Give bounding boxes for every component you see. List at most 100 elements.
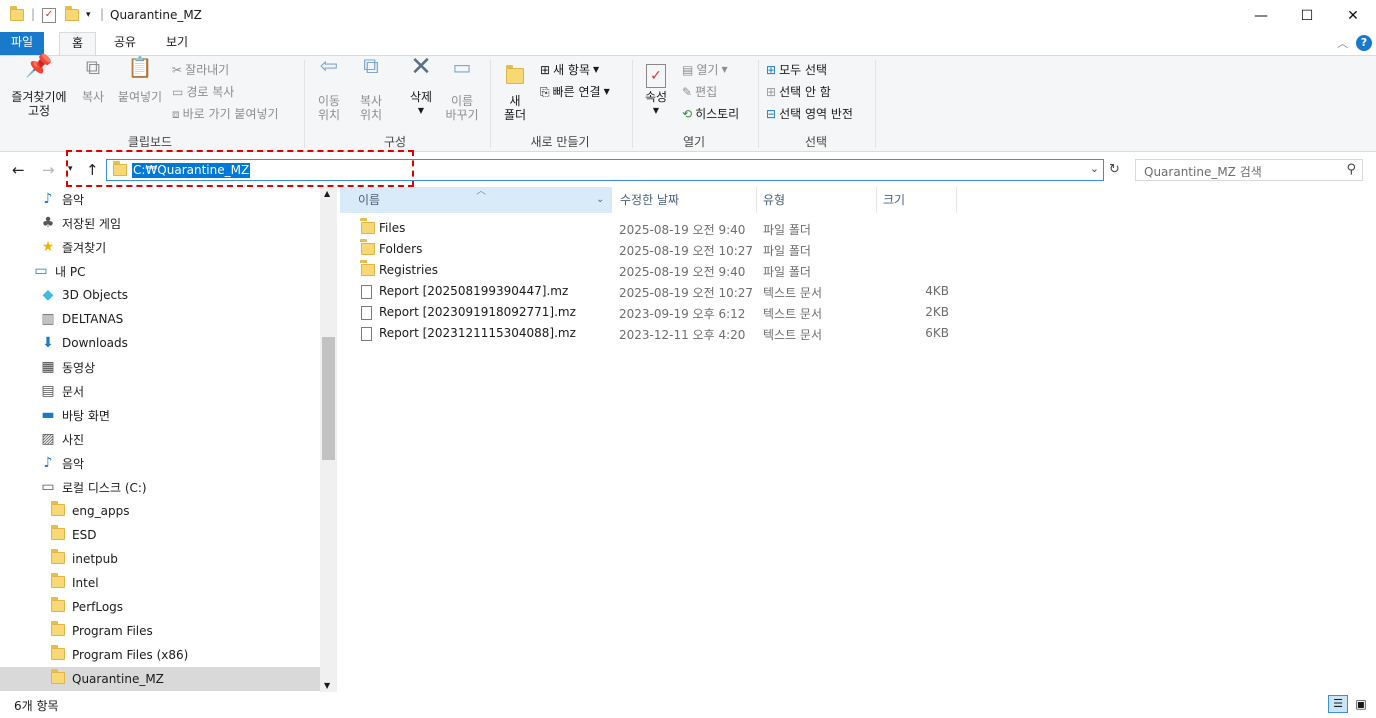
nav-item-label: 사진 [62, 432, 85, 447]
new-folder-quick-icon[interactable] [65, 6, 79, 21]
select-all-button[interactable]: ⊞ 모두 선택 [766, 60, 827, 80]
file-row[interactable]: Report [2023121115304088].mz 2023-12-11 오… [340, 323, 960, 344]
tab-file[interactable]: 파일 [0, 32, 44, 55]
copy-path-button[interactable]: ▭ 경로 복사 [172, 82, 234, 102]
close-button[interactable]: ✕ [1330, 0, 1376, 32]
move-to-icon: ⇦ [319, 54, 339, 79]
nav-item[interactable]: ▤ 문서 [0, 379, 320, 403]
select-group-label: 선택 [804, 135, 828, 149]
nav-item-label: inetpub [72, 552, 118, 566]
nav-item[interactable]: eng_apps [0, 499, 320, 523]
chevron-down-icon: ▼ [721, 65, 728, 74]
nav-item[interactable]: ▦ 동영상 [0, 355, 320, 379]
nav-item[interactable]: Program Files (x86) [0, 643, 320, 667]
group-divider [304, 60, 305, 148]
file-row[interactable]: Registries 2025-08-19 오전 9:40 파일 폴더 [340, 260, 960, 281]
file-size: 4KB [925, 284, 949, 298]
tab-home[interactable]: 홈 [59, 32, 96, 56]
easy-access-button[interactable]: ⎘ 빠른 연결 ▼ [540, 82, 610, 102]
highlight-box [66, 150, 414, 187]
nav-item-label: 동영상 [62, 360, 96, 375]
new-folder-button[interactable]: 새 폴더 [498, 60, 532, 122]
scrollbar-thumb[interactable] [322, 337, 335, 460]
nav-item[interactable]: ♪ 음악 [0, 187, 320, 211]
scroll-down-icon[interactable]: ▼ [324, 681, 330, 690]
nav-item[interactable]: Intel [0, 571, 320, 595]
open-button[interactable]: ▤ 열기 ▼ [682, 60, 728, 80]
nav-item-label: Intel [72, 576, 99, 590]
column-header-date[interactable]: 수정한 날짜 [602, 187, 757, 213]
collapse-ribbon-icon[interactable]: ︿ [1337, 35, 1348, 51]
minimize-button[interactable]: — [1238, 0, 1284, 32]
copy-to-icon: ⧉ [363, 54, 379, 79]
scroll-up-icon[interactable]: ▲ [324, 189, 330, 198]
invert-selection-button[interactable]: ⊟ 선택 영역 반전 [766, 104, 853, 124]
edit-icon: ✎ [682, 85, 693, 99]
music-icon: ♪ [43, 191, 53, 207]
cut-button[interactable]: ✂ 잘라내기 [172, 60, 229, 80]
nav-item[interactable]: Quarantine_MZ [0, 667, 320, 691]
copy-to-button[interactable]: ⧉ 복사 위치 [352, 54, 390, 123]
column-header-type[interactable]: 유형 [745, 187, 877, 213]
folder-icon [49, 572, 67, 591]
maximize-button[interactable]: ☐ [1284, 0, 1330, 32]
folder-icon [361, 243, 375, 258]
nav-item-label: 문서 [62, 384, 85, 399]
nav-item[interactable]: PerfLogs [0, 595, 320, 619]
nav-item[interactable]: ◆ 3D Objects [0, 283, 320, 307]
rename-button[interactable]: ▭ 이름 바꾸기 [442, 57, 482, 122]
nav-item[interactable]: ▭ 로컬 디스크 (C:) [0, 475, 320, 499]
search-box[interactable]: Quarantine_MZ 검색 ⚲ [1135, 159, 1363, 181]
select-none-button[interactable]: ⊞ 선택 안 함 [766, 82, 831, 102]
delete-button[interactable]: ✕ 삭제 ▼ [402, 54, 440, 118]
file-date: 2025-08-19 오전 10:27 [619, 286, 754, 300]
nav-item-label: 저장된 게임 [62, 216, 122, 231]
nav-item[interactable]: ▨ 사진 [0, 427, 320, 451]
pin-to-quick-access-button[interactable]: 📌 즐겨찾기에 고정 [6, 56, 72, 119]
paste-shortcut-button[interactable]: ⧈ 바로 가기 붙여넣기 [172, 104, 279, 124]
help-icon[interactable]: ? [1356, 35, 1372, 51]
nav-item[interactable]: Program Files [0, 619, 320, 643]
file-row[interactable]: Report [2023091918092771].mz 2023-09-19 오… [340, 302, 960, 323]
back-button[interactable]: ← [12, 161, 25, 179]
address-dropdown-icon[interactable]: ⌄ [1090, 162, 1099, 175]
open-icon: ▤ [682, 63, 694, 77]
column-header-size[interactable]: 크기 [865, 187, 957, 213]
forward-button[interactable]: → [42, 161, 55, 179]
file-row[interactable]: Files 2025-08-19 오전 9:40 파일 폴더 [340, 218, 960, 239]
details-view-button[interactable]: ☰ [1328, 695, 1348, 713]
file-date: 2023-12-11 오후 4:20 [619, 328, 746, 342]
history-button[interactable]: ⟲ 히스토리 [682, 104, 739, 124]
copy-button[interactable]: ⧉ 복사 [78, 57, 108, 104]
move-to-button[interactable]: ⇦ 이동 위치 [310, 54, 348, 123]
nav-item[interactable]: ▬ 바탕 화면 [0, 403, 320, 427]
group-divider [490, 60, 491, 148]
edit-button[interactable]: ✎ 편집 [682, 82, 717, 102]
nav-item-label: 음악 [62, 456, 85, 471]
folder-icon [49, 500, 67, 519]
column-header-name[interactable]: 이름 ︿ ⌄ [340, 186, 612, 213]
nav-item[interactable]: ▥ DELTANAS [0, 307, 320, 331]
tab-view[interactable]: 보기 [162, 32, 192, 55]
nav-item[interactable]: inetpub [0, 547, 320, 571]
file-list: 이름 ︿ ⌄ 수정한 날짜 유형 크기 Files 2025-08-19 오전 9… [340, 186, 1376, 692]
nav-item[interactable]: ♪ 음악 [0, 451, 320, 475]
properties-quick-icon[interactable]: ✓ [42, 8, 56, 23]
quick-access-dropdown-icon[interactable]: ▾ [86, 10, 91, 20]
paste-button[interactable]: 📋 붙여넣기 [114, 57, 166, 104]
tab-share[interactable]: 공유 [110, 32, 140, 55]
refresh-button[interactable]: ↻ [1109, 162, 1120, 177]
properties-button[interactable]: ✓ 속성 ▼ [640, 60, 672, 118]
nav-item[interactable]: ESD [0, 523, 320, 547]
nav-scrollbar[interactable]: ▲ ▼ [320, 187, 337, 692]
nav-item[interactable]: ♣ 저장된 게임 [0, 211, 320, 235]
easy-access-icon: ⎘ [540, 85, 550, 99]
nav-item[interactable]: ★ 즐겨찾기 [0, 235, 320, 259]
file-row[interactable]: Report [202508199390447].mz 2025-08-19 오전… [340, 281, 960, 302]
nav-item-label: ESD [72, 528, 97, 542]
nav-item[interactable]: ▭ 내 PC [0, 259, 320, 283]
new-item-button[interactable]: ⊞ 새 항목 ▼ [540, 60, 599, 80]
file-row[interactable]: Folders 2025-08-19 오전 10:27 파일 폴더 [340, 239, 960, 260]
nav-item[interactable]: ⬇ Downloads [0, 331, 320, 355]
large-icons-view-button[interactable]: ▣ [1352, 695, 1370, 713]
